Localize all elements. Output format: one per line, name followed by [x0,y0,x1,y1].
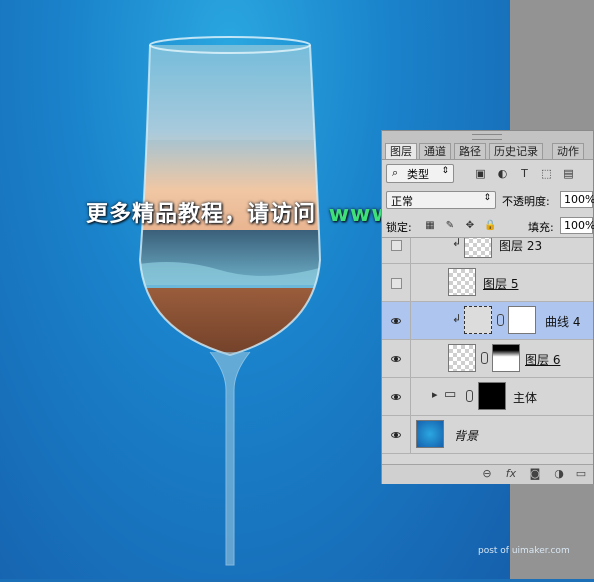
lock-all-icon[interactable]: 🔒 [484,220,496,232]
tab-history[interactable]: 历史记录 [489,143,543,159]
blend-row: 正常 ⇕ 不透明度: 100% [382,189,594,213]
layer-row[interactable]: 背景 [382,416,593,454]
layer-name: 图层 6 [525,353,561,367]
shape-filter-icon[interactable]: ⬚ [540,167,553,180]
link-icon[interactable]: ⊖ [480,467,494,481]
group-icon[interactable]: ▭ [574,467,588,481]
adjustment-icon[interactable]: ◑ [552,467,566,481]
stepper-icon: ⇕ [441,166,449,176]
filter-row: ⌕ 类型 ⇕ ▣ ◐ T ⬚ ▤ [382,161,593,187]
layer-name: 图层 23 [499,239,543,253]
lock-row: 锁定: ▦ ✎ ✥ 🔒 填充: 100% [382,215,594,238]
fill-label: 填充: [528,221,554,234]
layer-name: 主体 [513,391,538,405]
layer-name: 图层 5 [483,277,519,291]
layer-thumbnail [448,344,476,372]
layer-row[interactable]: 图层 5 [382,264,593,302]
tab-layers[interactable]: 图层 [385,143,417,159]
mask-icon[interactable]: ◙ [528,467,542,481]
lock-label: 锁定: [386,221,412,234]
layers-panel: 图层 通道 路径 历史记录 动作 ⌕ 类型 ⇕ ▣ ◐ T ⬚ ▤ 正常 ⇕ 不… [381,130,594,484]
clip-arrow-icon: ↲ [452,238,462,249]
link-icon[interactable] [466,390,473,402]
layer-thumbnail [416,420,444,448]
stepper-icon: ⇕ [483,193,491,203]
adjustment-filter-icon[interactable]: ◐ [496,167,509,180]
tab-channels[interactable]: 通道 [419,143,451,159]
layer-mask-thumbnail[interactable] [492,344,520,372]
watermark-text: 更多精品教程，请访问 [86,202,317,227]
fx-icon[interactable]: fx [504,467,518,481]
type-filter-icon[interactable]: T [518,167,531,180]
layer-thumbnail [464,238,492,258]
panel-footer: ⊖ fx ◙ ◑ ▭ [382,464,593,484]
opacity-label: 不透明度: [502,195,550,208]
layer-thumbnail [448,268,476,296]
blend-mode-select[interactable]: 正常 ⇕ [386,191,496,209]
eye-icon[interactable] [391,432,401,438]
image-filter-icon[interactable]: ▣ [474,167,487,180]
opacity-input[interactable]: 100% [560,191,594,208]
layer-name: 背景 [454,429,479,443]
layer-name: 曲线 4 [545,315,581,329]
eye-icon[interactable] [391,318,401,324]
fill-input[interactable]: 100% [560,217,594,234]
tab-paths[interactable]: 路径 [454,143,486,159]
filter-kind-select[interactable]: ⌕ 类型 ⇕ [386,164,454,183]
visibility-toggle[interactable] [391,278,402,289]
filter-kind-label: 类型 [407,168,429,181]
lock-transparent-icon[interactable]: ▦ [424,220,436,232]
layer-mask-thumbnail[interactable] [478,382,506,410]
visibility-toggle[interactable] [391,240,402,251]
link-icon[interactable] [481,352,488,364]
lock-image-icon[interactable]: ✎ [444,220,456,232]
search-icon: ⌕ [392,166,399,179]
panel-grip[interactable] [472,134,502,140]
layers-list: ↲ 图层 23 图层 5 ↲ 曲线 4 图层 6 ▸ ▭ 主体 背景 [382,238,593,464]
link-icon[interactable] [497,314,504,326]
layer-row[interactable]: ▸ ▭ 主体 [382,378,593,416]
lock-position-icon[interactable]: ✥ [464,220,476,232]
layer-mask-thumbnail[interactable] [508,306,536,334]
expand-arrow-icon[interactable]: ▸ [432,388,438,401]
layer-row[interactable]: 图层 6 [382,340,593,378]
eye-icon[interactable] [391,356,401,362]
blend-mode-value: 正常 [391,195,413,208]
layer-row[interactable]: ↲ 图层 23 [382,238,593,264]
folder-icon: ▭ [444,387,457,402]
curves-adjustment-icon [464,306,492,334]
credit-text: post of uimaker.com [478,546,570,556]
eye-icon[interactable] [391,394,401,400]
tab-actions[interactable]: 动作 [552,143,584,159]
smart-object-filter-icon[interactable]: ▤ [562,167,575,180]
clip-arrow-icon: ↲ [452,312,462,325]
panel-tab-bar: 图层 通道 路径 历史记录 动作 [382,131,593,160]
layer-row[interactable]: ↲ 曲线 4 [382,302,593,340]
